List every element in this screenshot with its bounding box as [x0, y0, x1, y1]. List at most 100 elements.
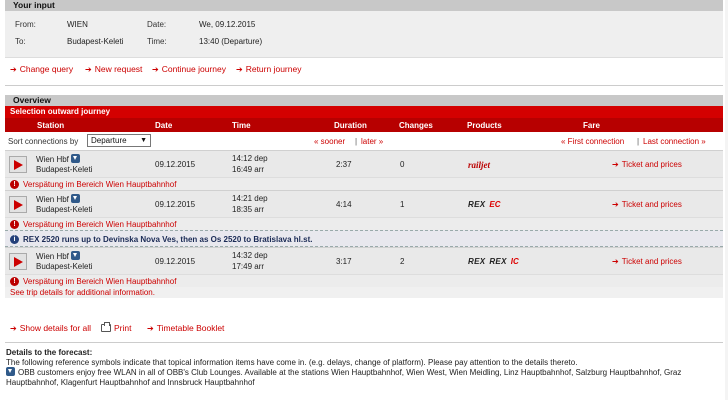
col-station: Station: [37, 121, 65, 130]
rex-product: REX: [468, 200, 486, 209]
sooner-link[interactable]: « sooner: [314, 137, 345, 146]
from-station: Wien Hbf: [36, 155, 69, 164]
connection-row: Wien Hbf Budapest-Keleti 09.12.2015 14:2…: [5, 190, 723, 217]
connection-date: 09.12.2015: [155, 257, 196, 266]
ec-product: EC: [489, 200, 501, 209]
col-changes: Changes: [399, 121, 433, 130]
connection-row: Wien Hbf Budapest-Keleti 09.12.2015 14:3…: [5, 247, 723, 274]
connection-date: 09.12.2015: [155, 200, 196, 209]
time-value: 13:40 (Departure): [199, 37, 263, 46]
rex-product: REX: [489, 257, 507, 266]
ticket-and-prices-link[interactable]: ➔ Ticket and prices: [612, 200, 682, 209]
delay-link[interactable]: Verspätung im Bereich Wien Hauptbahnhof: [23, 277, 176, 286]
last-connection-link[interactable]: Last connection »: [643, 137, 706, 146]
selection-outward-heading: Selection outward journey: [5, 106, 723, 118]
divider: [5, 85, 723, 86]
arrow-right-icon: ➔: [10, 324, 17, 333]
wlan-icon: [70, 154, 80, 163]
warning-icon: !: [10, 277, 19, 286]
expand-connection-button[interactable]: [9, 253, 27, 270]
ticket-and-prices-link[interactable]: ➔ Ticket and prices: [612, 160, 682, 169]
connection-row: Wien Hbf Budapest-Keleti 09.12.2015 14:1…: [5, 150, 723, 177]
arrival-time: 16:49 arr: [232, 165, 265, 174]
print-link[interactable]: Print: [101, 322, 131, 333]
sort-row: Sort connections by Departure ▼ « sooner…: [5, 132, 723, 150]
ticket-link-label: Ticket and prices: [621, 257, 682, 266]
from-station: Wien Hbf: [36, 252, 69, 261]
your-input-heading: Your input: [5, 0, 723, 11]
show-details-link[interactable]: ➔ Show details for all: [10, 323, 91, 333]
col-fare: Fare: [583, 121, 600, 130]
arrow-right-icon: ➔: [152, 65, 159, 74]
expand-connection-button[interactable]: [9, 196, 27, 213]
your-input-panel: Your input From: WIEN To: Budapest-Kelet…: [5, 0, 723, 58]
connection-to: Budapest-Keleti: [36, 165, 93, 174]
return-journey-link[interactable]: ➔ Return journey: [236, 64, 301, 74]
products: REX REX IC: [468, 257, 523, 266]
from-label: From:: [15, 20, 36, 29]
ticket-link-label: Ticket and prices: [621, 160, 682, 169]
first-connection-link[interactable]: « First connection: [561, 137, 624, 146]
delay-link[interactable]: Verspätung im Bereich Wien Hauptbahnhof: [23, 180, 176, 189]
change-query-link[interactable]: ➔ Change query: [10, 64, 73, 74]
arrow-right-icon: ➔: [236, 65, 243, 74]
new-request-label: New request: [94, 64, 143, 74]
pipe-separator: |: [637, 137, 640, 146]
connection-from: Wien Hbf: [36, 251, 80, 261]
duration: 3:17: [336, 257, 352, 266]
connection-from: Wien Hbf: [36, 194, 80, 204]
change-query-label: Change query: [19, 64, 74, 74]
expand-connection-button[interactable]: [9, 156, 27, 173]
sort-select[interactable]: Departure ▼: [87, 134, 151, 147]
delay-notice: ! Verspätung im Bereich Wien Hauptbahnho…: [5, 177, 723, 190]
timetable-booklet-label: Timetable Booklet: [156, 323, 225, 333]
arrow-right-icon: ➔: [10, 65, 17, 74]
changes-count: 1: [400, 200, 405, 209]
date-value: We, 09.12.2015: [199, 20, 256, 29]
col-duration: Duration: [334, 121, 367, 130]
duration: 4:14: [336, 200, 352, 209]
column-header-row: Station Date Time Duration Changes Produ…: [5, 118, 723, 132]
query-actions: ➔ Change query ➔ New request ➔ Continue jou…: [5, 64, 723, 76]
delay-link[interactable]: Verspätung im Bereich Wien Hauptbahnhof: [23, 220, 176, 229]
rex-product: REX: [468, 257, 486, 266]
arrow-right-icon: ➔: [612, 160, 619, 169]
show-details-label: Show details for all: [19, 323, 92, 333]
connection-from: Wien Hbf: [36, 154, 80, 164]
forecast-text: The following reference symbols indicate…: [6, 357, 578, 367]
sort-select-value: Departure: [91, 136, 127, 145]
arrow-right-icon: ➔: [612, 200, 619, 209]
to-label: To:: [15, 37, 26, 46]
route-info-notice: i REX 2520 runs up to Devinska Nova Ves,…: [5, 230, 723, 247]
departure-time: 14:32 dep: [232, 251, 268, 260]
products: railjet: [468, 160, 490, 170]
new-request-link[interactable]: ➔ New request: [85, 64, 142, 74]
overview-heading: Overview: [5, 95, 723, 106]
arrow-right-icon: ➔: [85, 65, 92, 74]
chevron-down-icon: ▼: [140, 137, 147, 144]
time-label: Time:: [147, 37, 167, 46]
later-link[interactable]: later »: [361, 137, 383, 146]
warning-icon: !: [10, 180, 19, 189]
connection-date: 09.12.2015: [155, 160, 196, 169]
your-input-body: From: WIEN To: Budapest-Keleti Date: We,…: [5, 11, 723, 58]
railjet-logo: railjet: [468, 160, 490, 170]
wlan-notice: OBB customers enjoy free WLAN in all of …: [6, 367, 722, 387]
wlan-icon: [70, 251, 80, 260]
warning-icon: !: [10, 220, 19, 229]
connection-to: Budapest-Keleti: [36, 205, 93, 214]
pipe-separator: |: [355, 137, 358, 146]
delay-notice: ! Verspätung im Bereich Wien Hauptbahnho…: [5, 217, 723, 230]
duration: 2:37: [336, 160, 352, 169]
products: REX EC: [468, 200, 504, 209]
divider: [5, 342, 723, 343]
changes-count: 0: [400, 160, 405, 169]
timetable-booklet-link[interactable]: ➔ Timetable Booklet: [147, 323, 224, 333]
ticket-and-prices-link[interactable]: ➔ Ticket and prices: [612, 257, 682, 266]
trip-details-link[interactable]: See trip details for additional informat…: [10, 288, 155, 297]
arrival-time: 18:35 arr: [232, 205, 265, 214]
route-info-text: REX 2520 runs up to Devinska Nova Ves, t…: [23, 235, 313, 244]
col-time: Time: [232, 121, 251, 130]
trip-details-row: See trip details for additional informat…: [5, 287, 723, 298]
continue-journey-link[interactable]: ➔ Continue journey: [152, 64, 226, 74]
